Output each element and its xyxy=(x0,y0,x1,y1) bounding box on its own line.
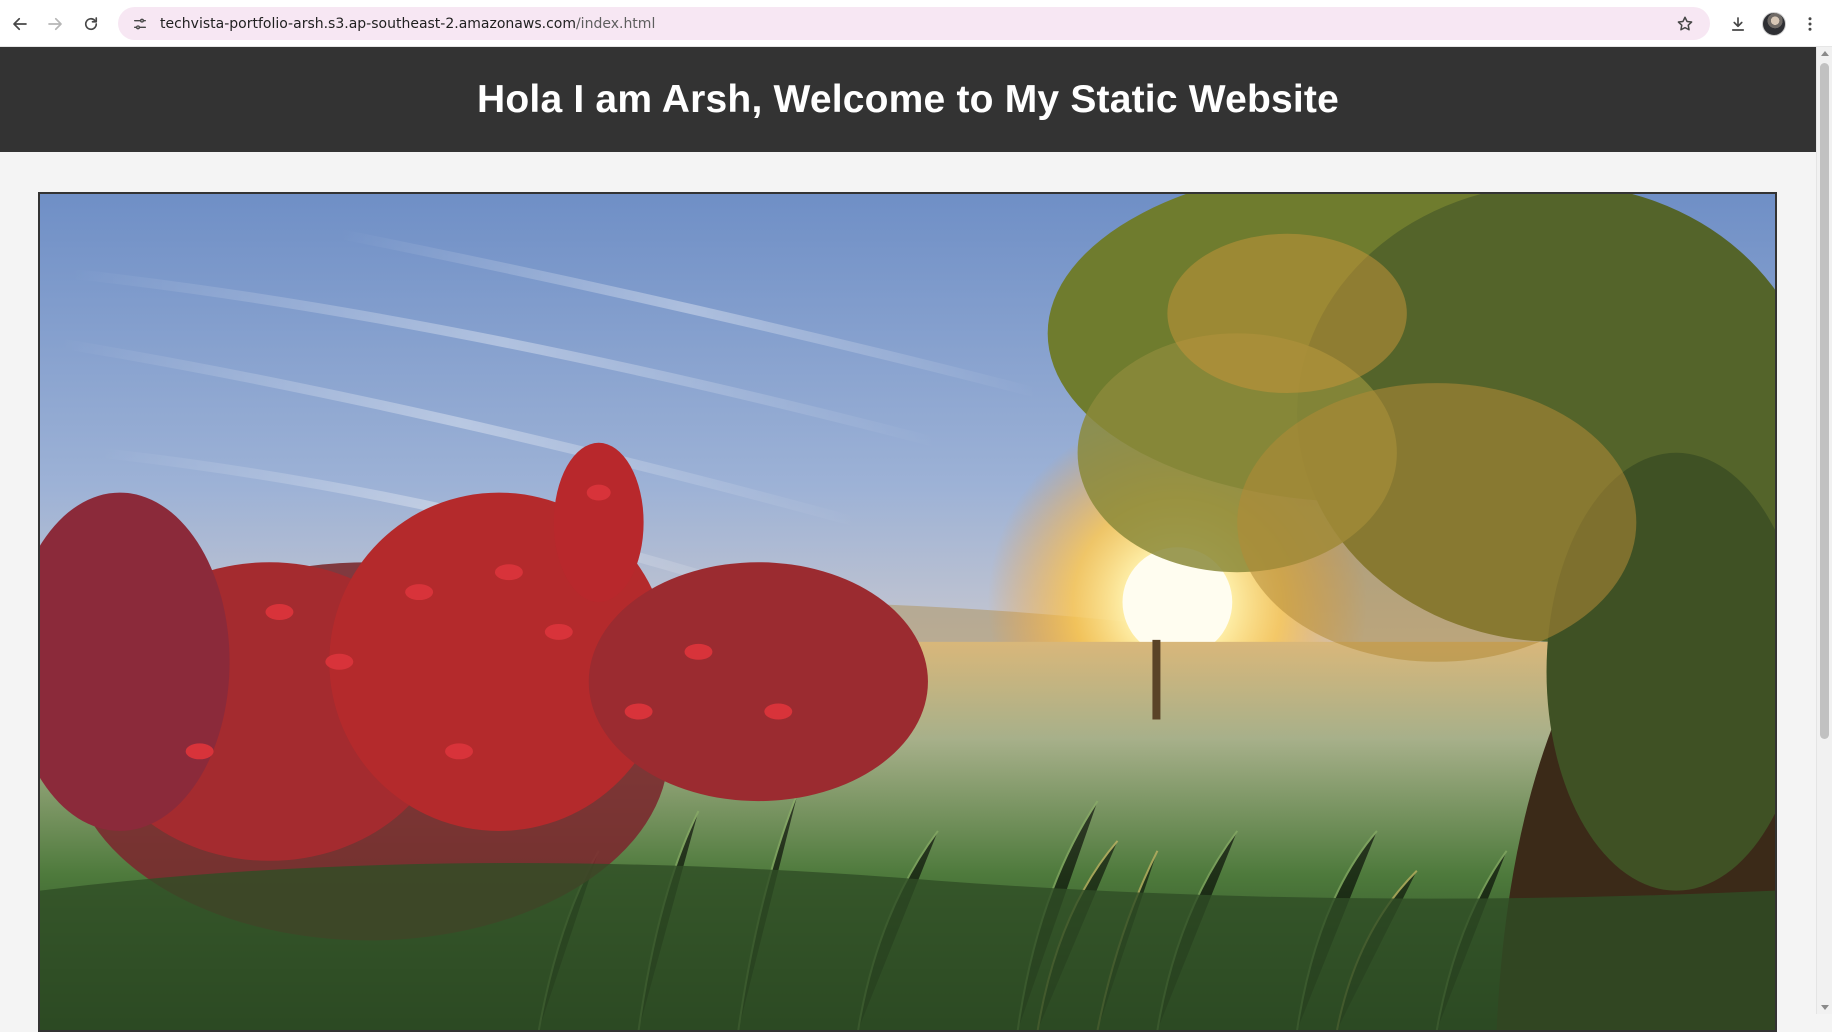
forward-button[interactable] xyxy=(37,6,73,42)
reload-icon xyxy=(84,17,98,31)
scroll-up-arrow-icon[interactable] xyxy=(1821,51,1829,56)
page-title: Hola I am Arsh, Welcome to My Static Web… xyxy=(477,77,1339,121)
address-bar[interactable]: techvista-portfolio-arsh.s3.ap-southeast… xyxy=(118,7,1710,40)
star-icon xyxy=(1677,16,1693,31)
profile-button[interactable] xyxy=(1756,6,1792,42)
avatar xyxy=(1762,12,1786,36)
forward-arrow-icon xyxy=(48,17,62,31)
landscape-illustration xyxy=(40,194,1775,1030)
url-text: techvista-portfolio-arsh.s3.ap-southeast… xyxy=(160,16,655,32)
hero-image xyxy=(38,192,1777,1032)
kebab-menu-icon xyxy=(1808,17,1812,31)
back-button[interactable] xyxy=(2,6,38,42)
url-host: techvista-portfolio-arsh.s3.ap-southeast… xyxy=(160,15,576,32)
menu-button[interactable] xyxy=(1792,6,1828,42)
site-header: Hola I am Arsh, Welcome to My Static Web… xyxy=(0,47,1816,152)
reload-button[interactable] xyxy=(73,6,109,42)
toolbar-actions xyxy=(1720,6,1828,42)
site-info-button[interactable] xyxy=(128,12,152,36)
back-arrow-icon xyxy=(13,17,27,31)
site-info-icon xyxy=(134,18,146,29)
scrollbar-thumb[interactable] xyxy=(1820,63,1829,739)
scroll-down-arrow-icon[interactable] xyxy=(1821,1005,1829,1010)
browser-toolbar: techvista-portfolio-arsh.s3.ap-southeast… xyxy=(0,0,1832,47)
url-path: /index.html xyxy=(575,15,656,32)
download-icon xyxy=(1731,17,1745,31)
downloads-button[interactable] xyxy=(1720,6,1756,42)
vertical-scrollbar[interactable] xyxy=(1816,47,1832,1014)
bookmark-button[interactable] xyxy=(1672,11,1698,37)
